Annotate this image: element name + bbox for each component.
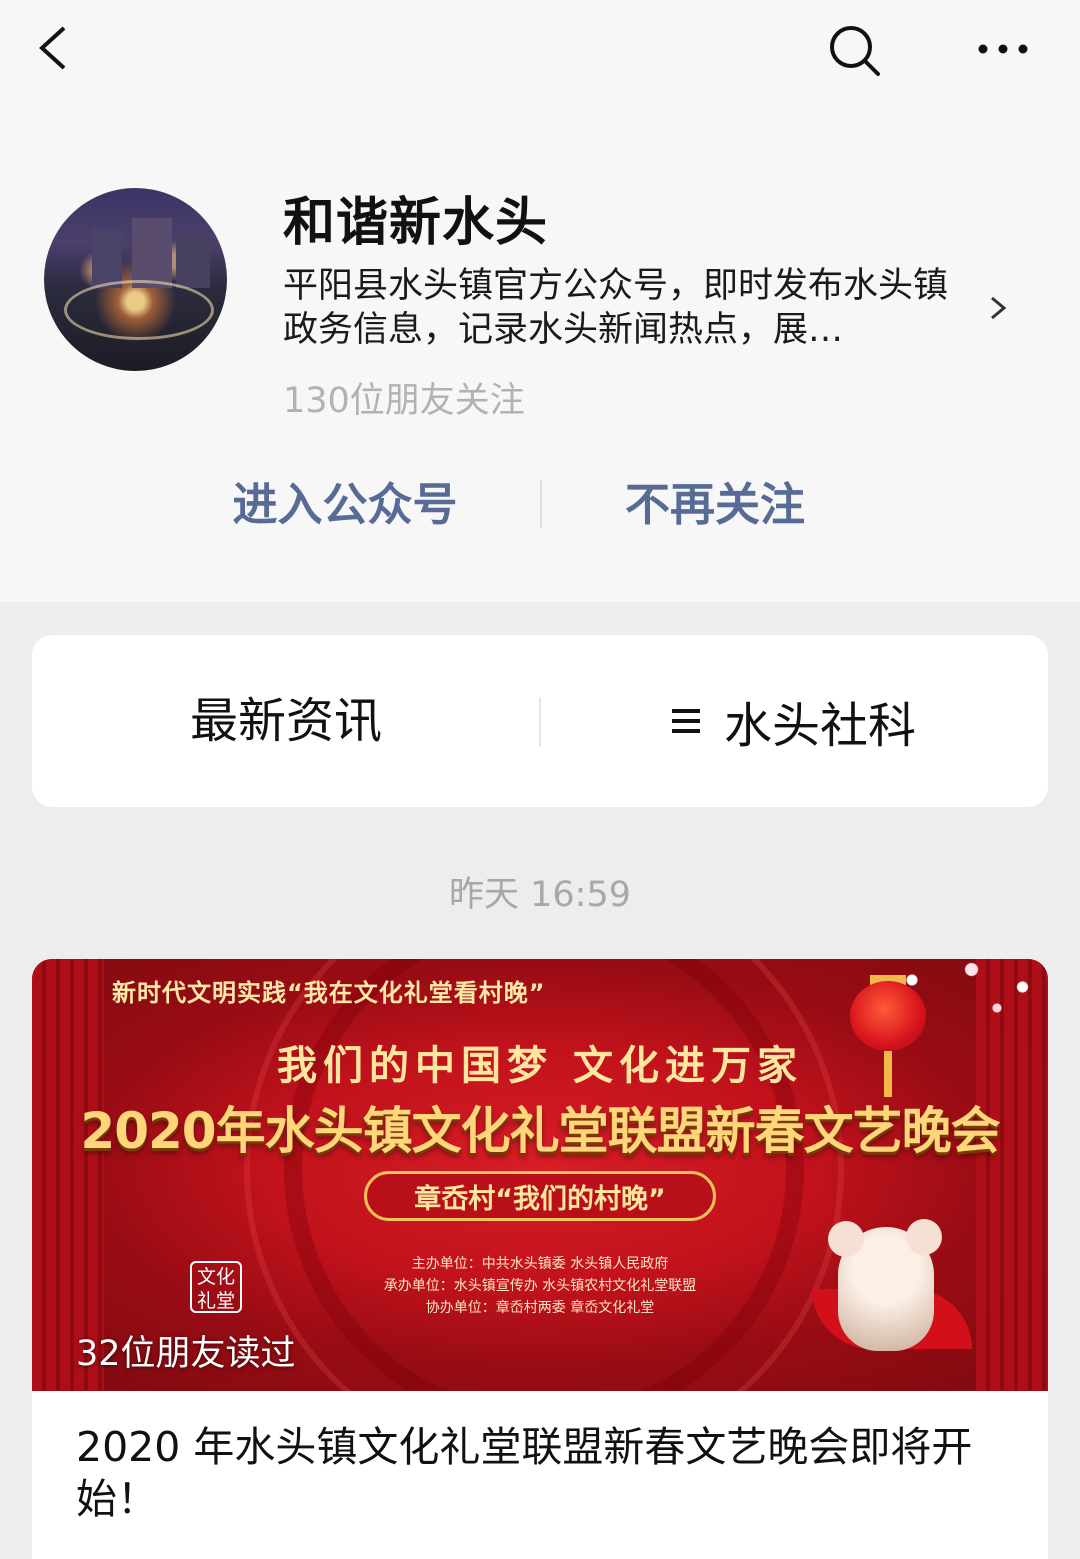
menu-lines-icon	[671, 709, 700, 733]
cover-subtitle-banner: 章岙村“我们的村晚”	[364, 1171, 716, 1221]
article-title[interactable]: 2020 年水头镇文化礼堂联盟新春文艺晚会即将开始！	[76, 1421, 1016, 1525]
menu-item-social-science[interactable]: 水头社科	[540, 635, 1048, 807]
unfollow-button[interactable]: 不再关注	[580, 470, 850, 540]
chevron-right-icon[interactable]	[984, 292, 1012, 324]
cover-subtitle: 章岙村“我们的村晚”	[414, 1183, 666, 1215]
mouse-mascot-icon	[828, 1219, 942, 1351]
account-description[interactable]: 平阳县水头镇官方公众号，即时发布水头镇政务信息，记录水头新闻热点，展…	[283, 264, 973, 352]
followers-count: 130位朋友关注	[283, 381, 525, 421]
account-menu: 最新资讯 水头社科	[32, 635, 1048, 807]
search-icon[interactable]	[822, 18, 886, 82]
culture-hall-seal: 文化 礼堂	[190, 1261, 242, 1313]
account-name: 和谐新水头	[283, 193, 549, 253]
article-cover-image[interactable]: 新时代文明实践“我在文化礼堂看村晚” 我们的中国梦 文化进万家 2020年水头镇…	[32, 959, 1048, 1391]
more-dots-icon[interactable]	[970, 22, 1036, 76]
article-card[interactable]: 新时代文明实践“我在文化礼堂看村晚” 我们的中国梦 文化进万家 2020年水头镇…	[32, 959, 1048, 1559]
post-time: 昨天 16:59	[449, 875, 631, 915]
divider	[540, 480, 542, 528]
read-by-friends: 32位朋友读过	[76, 1334, 296, 1374]
enter-account-button[interactable]: 进入公众号	[190, 470, 500, 540]
avatar[interactable]	[44, 188, 227, 371]
cover-slogan: 我们的中国梦 文化进万家	[277, 1042, 803, 1089]
chevron-left-icon[interactable]	[30, 20, 86, 76]
menu-item-label: 水头社科	[723, 698, 916, 754]
cover-top-line: 新时代文明实践“我在文化礼堂看村晚”	[112, 979, 546, 1007]
account-header: 和谐新水头 平阳县水头镇官方公众号，即时发布水头镇政务信息，记录水头新闻热点，展…	[0, 0, 1080, 602]
cover-title: 2020年水头镇文化礼堂联盟新春文艺晚会	[80, 1102, 1000, 1160]
menu-item-latest-news[interactable]: 最新资讯	[32, 635, 540, 807]
